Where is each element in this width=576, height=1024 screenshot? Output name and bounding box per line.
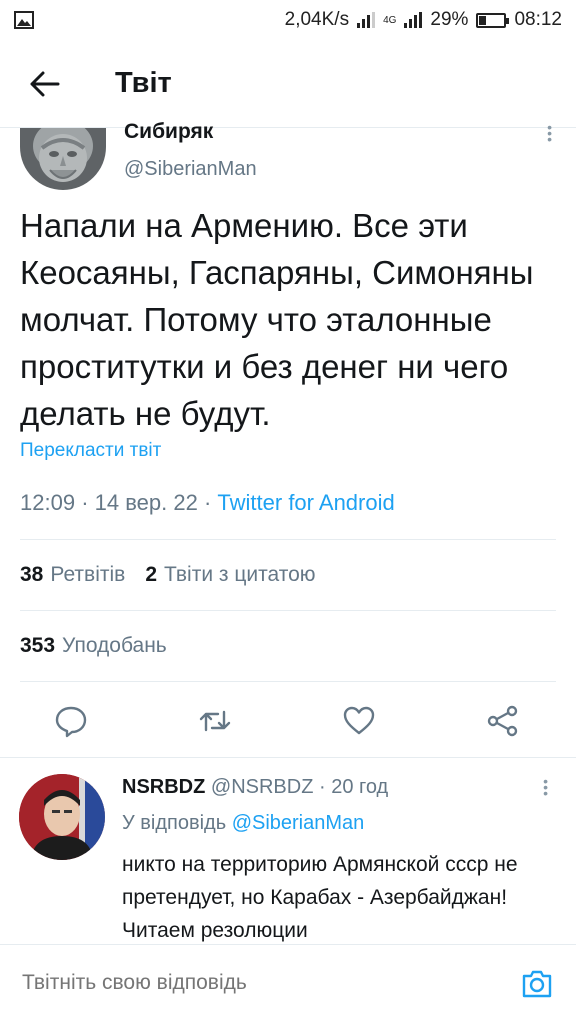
status-bar: 2,04K/s 4G 29% 08:12 <box>0 0 576 40</box>
likes-count[interactable]: 353 <box>20 634 55 658</box>
reply-composer <box>0 944 576 1024</box>
reply-author-name[interactable]: NSRBDZ <box>122 776 205 798</box>
signal-icon <box>357 12 376 28</box>
more-vertical-icon[interactable]: • • • <box>547 120 552 146</box>
meta-separator: · <box>319 776 332 798</box>
likes-row: 353 Уподобань <box>20 610 556 680</box>
reply-author-handle[interactable]: @NSRBDZ <box>211 776 314 798</box>
engagement-row: 38 Ретвітів 2 Твіти з цитатою <box>20 539 556 609</box>
tweet-author: Сибиряк @SiberianMan • • • <box>20 120 556 194</box>
translate-tweet-link[interactable]: Перекласти твіт <box>20 440 161 462</box>
status-right: 2,04K/s 4G 29% 08:12 <box>285 9 562 31</box>
battery-icon <box>476 12 510 28</box>
network-type: 4G <box>383 14 397 26</box>
network-speed: 2,04K/s <box>284 9 350 30</box>
top-bar: Твіт <box>0 40 576 128</box>
retweets-count[interactable]: 38 <box>20 563 43 587</box>
author-avatar[interactable] <box>20 128 106 190</box>
tweet-date: 14 вер. 22 <box>94 490 198 515</box>
author-handle[interactable]: @SiberianMan <box>124 158 257 181</box>
retweet-button[interactable] <box>198 704 232 738</box>
reply-button[interactable] <box>54 704 88 738</box>
reply-tweet[interactable]: NSRBDZ @NSRBDZ · 20 год • • • У відповідь … <box>0 758 576 944</box>
battery-fill <box>479 15 487 25</box>
tweet-actions <box>20 681 556 757</box>
reply-to-label: У відповідь <box>122 812 227 834</box>
back-button[interactable] <box>17 56 73 112</box>
reply-input[interactable] <box>22 971 482 995</box>
reply-text: никто на территорию Армянской ссср не пр… <box>122 853 518 942</box>
heart-icon <box>343 706 375 735</box>
page-title: Твіт <box>115 67 172 99</box>
tweet-text: Напали на Армению. Все эти Кеосаяны, Гас… <box>20 207 534 432</box>
tweet-meta: 12:09 · 14 вер. 22 · Twitter for Android <box>20 490 395 516</box>
retweets-label[interactable]: Ретвітів <box>50 563 125 587</box>
reply-to-line: У відповідь @SiberianMan <box>122 812 364 835</box>
battery-percent: 29% <box>430 9 469 30</box>
clock: 08:12 <box>514 9 562 30</box>
reply-age: 20 год <box>331 776 389 798</box>
reply-avatar[interactable] <box>19 774 105 860</box>
camera-button[interactable] <box>520 967 554 1001</box>
camera-icon <box>522 970 552 998</box>
status-left <box>14 11 34 29</box>
likes-label[interactable]: Уподобань <box>62 634 167 658</box>
statue-avatar-image <box>20 128 106 190</box>
author-name[interactable]: Сибиряк <box>124 120 213 144</box>
tweet-time: 12:09 <box>20 490 76 515</box>
quotes-count[interactable]: 2 <box>145 563 157 587</box>
signal-icon-2 <box>404 12 423 28</box>
reply-header: NSRBDZ @NSRBDZ · 20 год <box>122 776 388 799</box>
person-avatar-image <box>19 774 105 860</box>
comment-icon <box>55 706 87 738</box>
retweet-icon <box>199 710 231 732</box>
like-button[interactable] <box>342 704 376 738</box>
share-icon <box>487 705 518 737</box>
gallery-notification-icon <box>14 11 34 29</box>
meta-separator: · <box>81 490 95 515</box>
more-vertical-icon[interactable]: • • • <box>543 774 548 800</box>
reply-to-mention[interactable]: @SiberianMan <box>232 812 365 834</box>
quotes-label[interactable]: Твіти з цитатою <box>164 563 316 587</box>
arrow-left-icon <box>30 71 60 96</box>
meta-separator: · <box>203 490 218 515</box>
tweet-source-link[interactable]: Twitter for Android <box>217 490 394 515</box>
share-button[interactable] <box>486 704 520 738</box>
